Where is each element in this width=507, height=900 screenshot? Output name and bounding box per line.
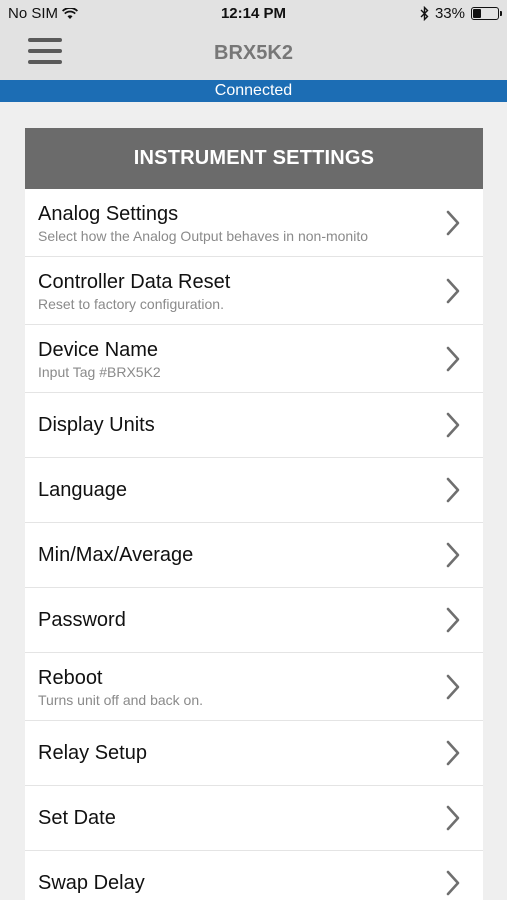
settings-item-reboot[interactable]: Reboot Turns unit off and back on.	[25, 653, 483, 721]
page-title: BRX5K2	[214, 42, 293, 64]
settings-item-title: Controller Data Reset	[38, 271, 231, 293]
settings-item-controller-data-reset[interactable]: Controller Data Reset Reset to factory co…	[25, 257, 483, 325]
settings-item-set-date[interactable]: Set Date	[25, 786, 483, 851]
settings-item-title: Set Date	[38, 807, 116, 829]
settings-item-swap-delay[interactable]: Swap Delay	[25, 851, 483, 900]
bluetooth-icon	[420, 6, 429, 21]
settings-item-title: Device Name	[38, 339, 159, 361]
settings-item-title: Display Units	[38, 414, 155, 436]
nav-bar: BRX5K2	[0, 28, 507, 80]
settings-item-password[interactable]: Password	[25, 588, 483, 653]
settings-item-language[interactable]: Language	[25, 458, 483, 523]
settings-item-title: Language	[38, 479, 127, 501]
chevron-right-icon	[446, 346, 460, 371]
chevron-right-icon	[446, 477, 460, 503]
settings-item-title: Reboot	[38, 667, 103, 689]
settings-item-analog-settings[interactable]: Analog Settings Select how the Analog Out…	[25, 189, 483, 257]
battery-percent: 33%	[434, 5, 465, 22]
battery-icon	[471, 7, 502, 20]
settings-item-title: Min/Max/Average	[38, 544, 194, 566]
settings-item-title: Relay Setup	[38, 742, 147, 764]
chevron-right-icon	[446, 740, 460, 766]
status-bar: No SIM 12:14 PM 33%	[0, 0, 507, 28]
settings-item-relay-setup[interactable]: Relay Setup	[25, 721, 483, 786]
settings-item-device-name[interactable]: Device Name Input Tag #BRX5K2	[25, 325, 483, 393]
chevron-right-icon	[446, 542, 460, 568]
settings-list: Analog Settings Select how the Analog Out…	[25, 189, 483, 900]
settings-item-subtitle: Input Tag #BRX5K2	[38, 364, 161, 380]
panel-header: INSTRUMENT SETTINGS	[25, 128, 483, 189]
chevron-right-icon	[446, 607, 460, 633]
connection-status-banner: Connected	[0, 80, 507, 102]
settings-item-subtitle: Reset to factory configuration.	[38, 296, 224, 312]
chevron-right-icon	[446, 870, 460, 896]
settings-item-display-units[interactable]: Display Units	[25, 393, 483, 458]
settings-item-subtitle: Select how the Analog Output behaves in …	[38, 228, 368, 244]
chevron-right-icon	[446, 674, 460, 699]
battery-level	[473, 9, 481, 18]
status-right: 33%	[420, 5, 502, 22]
settings-item-title: Analog Settings	[38, 203, 179, 225]
chevron-right-icon	[446, 278, 460, 303]
settings-item-subtitle: Turns unit off and back on.	[38, 692, 203, 708]
settings-item-title: Password	[38, 609, 126, 631]
settings-item-min-max-average[interactable]: Min/Max/Average	[25, 523, 483, 588]
settings-item-title: Swap Delay	[38, 872, 145, 894]
chevron-right-icon	[446, 805, 460, 831]
settings-panel: INSTRUMENT SETTINGS Analog Settings Selec…	[25, 128, 483, 900]
chevron-right-icon	[446, 412, 460, 438]
chevron-right-icon	[446, 210, 460, 235]
